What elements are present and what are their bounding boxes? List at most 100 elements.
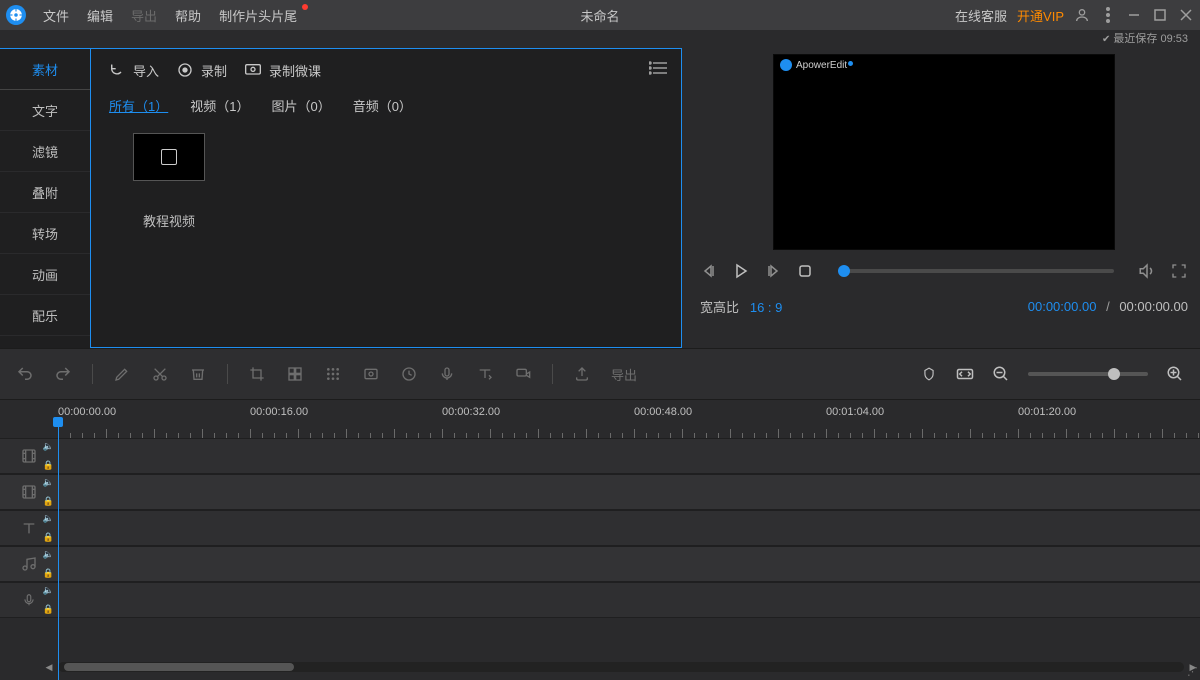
timeline-toolbar: 导出 <box>0 348 1200 400</box>
scrollbar-thumb[interactable] <box>64 663 294 671</box>
sidebar-tab-叠附[interactable]: 叠附 <box>0 172 90 213</box>
autosave-status: ✔ 最近保存 09:53 <box>0 30 1200 48</box>
list-view-toggle-icon[interactable] <box>649 61 667 75</box>
menu-文件[interactable]: 文件 <box>34 6 78 25</box>
track-row[interactable]: 🔈🔒 <box>0 510 1200 546</box>
filter-视频（1）[interactable]: 视频（1） <box>190 96 249 115</box>
ruler-label: 00:00:00.00 <box>58 406 116 418</box>
marker-icon[interactable] <box>920 365 938 383</box>
track-head[interactable]: 🔈🔒 <box>0 583 58 617</box>
playhead[interactable] <box>58 426 59 680</box>
more-icon[interactable] <box>1100 7 1116 23</box>
track-head[interactable]: 🔈🔒 <box>0 511 58 545</box>
close-button[interactable] <box>1178 7 1194 23</box>
zoom-in-icon[interactable] <box>1166 365 1184 383</box>
horizontal-scrollbar[interactable]: ◀ ▶ <box>58 662 1184 672</box>
menu-制作片头片尾[interactable]: 制作片头片尾 <box>210 6 306 25</box>
freeze-frame-icon[interactable] <box>362 365 380 383</box>
filter-音频（0）[interactable]: 音频（0） <box>353 96 412 115</box>
duration-icon[interactable] <box>400 365 418 383</box>
sidebar-tab-素材[interactable]: 素材 <box>0 48 90 90</box>
lock-icon[interactable]: 🔒 <box>43 460 54 471</box>
media-filters: 所有（1） 视频（1） 图片（0） 音频（0） <box>91 91 681 119</box>
export-label[interactable]: 导出 <box>611 365 637 384</box>
maximize-button[interactable] <box>1152 7 1168 23</box>
volume-toggle-icon[interactable]: 🔈 <box>43 585 54 596</box>
undo-icon[interactable] <box>16 365 34 383</box>
import-button[interactable]: 导入 <box>109 61 159 80</box>
lock-icon[interactable]: 🔒 <box>43 532 54 543</box>
track-row[interactable]: 🔈🔒 <box>0 546 1200 582</box>
record-lesson-button[interactable]: 录制微课 <box>245 61 321 80</box>
main-menu: 文件编辑导出帮助制作片头片尾 <box>34 6 306 25</box>
track-head[interactable]: 🔈🔒 <box>0 547 58 581</box>
film-track-icon <box>21 484 37 500</box>
timeline: 00:00:00.0000:00:16.0000:00:32.0000:00:4… <box>0 400 1200 680</box>
prev-frame-button[interactable] <box>700 262 718 280</box>
track-head[interactable]: 🔈🔒 <box>0 475 58 509</box>
volume-toggle-icon[interactable]: 🔈 <box>43 549 54 560</box>
ruler-label: 00:01:04.00 <box>826 406 884 418</box>
resize-grip-icon[interactable]: ⋰ <box>1187 665 1198 678</box>
fit-icon[interactable] <box>956 365 974 383</box>
text-to-speech-icon[interactable] <box>476 365 494 383</box>
preview-screen[interactable]: ApowerEdit <box>773 54 1115 250</box>
track-row[interactable]: 🔈🔒 <box>0 438 1200 474</box>
zoom-slider[interactable] <box>1028 372 1148 376</box>
cut-icon[interactable] <box>151 365 169 383</box>
crop-icon[interactable] <box>248 365 266 383</box>
lock-icon[interactable]: 🔒 <box>43 604 54 615</box>
media-panel: 导入 录制 录制微课 所有（1） 视频（1） 图片（0） 音频（0） 教程视频 <box>90 48 682 348</box>
sidebar-tab-转场[interactable]: 转场 <box>0 213 90 254</box>
screen-record-icon <box>245 62 261 78</box>
mosaic-icon[interactable] <box>286 365 304 383</box>
menu-帮助[interactable]: 帮助 <box>166 6 210 25</box>
filter-所有（1）[interactable]: 所有（1） <box>109 96 168 115</box>
record-icon <box>177 62 193 78</box>
total-time: 00:00:00.00 <box>1119 299 1188 314</box>
aspect-ratio-label: 宽高比 <box>700 300 739 315</box>
time-ruler[interactable]: 00:00:00.0000:00:16.0000:00:32.0000:00:4… <box>58 400 1200 438</box>
lock-icon[interactable]: 🔒 <box>43 496 54 507</box>
ruler-label: 00:01:20.00 <box>1018 406 1076 418</box>
volume-toggle-icon[interactable]: 🔈 <box>43 477 54 488</box>
lock-icon[interactable]: 🔒 <box>43 568 54 579</box>
volume-toggle-icon[interactable]: 🔈 <box>43 513 54 524</box>
volume-toggle-icon[interactable]: 🔈 <box>43 441 54 452</box>
voiceover-icon[interactable] <box>438 365 456 383</box>
media-thumbnail[interactable]: 教程视频 <box>109 133 229 230</box>
ruler-label: 00:00:48.00 <box>634 406 692 418</box>
redo-icon[interactable] <box>54 365 72 383</box>
menu-编辑[interactable]: 编辑 <box>78 6 122 25</box>
delete-icon[interactable] <box>189 365 207 383</box>
sidebar-tab-文字[interactable]: 文字 <box>0 90 90 131</box>
account-icon[interactable] <box>1074 7 1090 23</box>
zoom-out-icon[interactable] <box>992 365 1010 383</box>
preview-panel: ApowerEdit 宽高比 16 : 9 00:00:00.00 / 00:0… <box>682 48 1200 348</box>
grid-icon[interactable] <box>324 365 342 383</box>
minimize-button[interactable] <box>1126 7 1142 23</box>
sidebar-tab-动画[interactable]: 动画 <box>0 254 90 295</box>
volume-icon[interactable] <box>1138 262 1156 280</box>
online-support-link[interactable]: 在线客服 <box>955 6 1007 25</box>
play-button[interactable] <box>732 262 750 280</box>
edit-icon[interactable] <box>113 365 131 383</box>
filter-图片（0）[interactable]: 图片（0） <box>271 96 330 115</box>
export-icon[interactable] <box>573 365 591 383</box>
playback-slider[interactable] <box>838 269 1114 273</box>
track-row[interactable]: 🔈🔒 <box>0 582 1200 618</box>
sidebar-tab-配乐[interactable]: 配乐 <box>0 295 90 336</box>
aspect-ratio-value[interactable]: 16 : 9 <box>750 300 783 315</box>
record-button[interactable]: 录制 <box>177 61 227 80</box>
fullscreen-icon[interactable] <box>1170 262 1188 280</box>
stop-button[interactable] <box>796 262 814 280</box>
scroll-left-arrow[interactable]: ◀ <box>44 662 54 672</box>
next-frame-button[interactable] <box>764 262 782 280</box>
upgrade-vip-link[interactable]: 开通VIP <box>1017 6 1064 25</box>
zoom-region-icon[interactable] <box>514 365 532 383</box>
menu-导出[interactable]: 导出 <box>122 6 166 25</box>
sidebar-tab-滤镜[interactable]: 滤镜 <box>0 131 90 172</box>
track-head[interactable]: 🔈🔒 <box>0 439 58 473</box>
track-row[interactable]: 🔈🔒 <box>0 474 1200 510</box>
title-bar: 文件编辑导出帮助制作片头片尾 未命名 在线客服 开通VIP <box>0 0 1200 30</box>
